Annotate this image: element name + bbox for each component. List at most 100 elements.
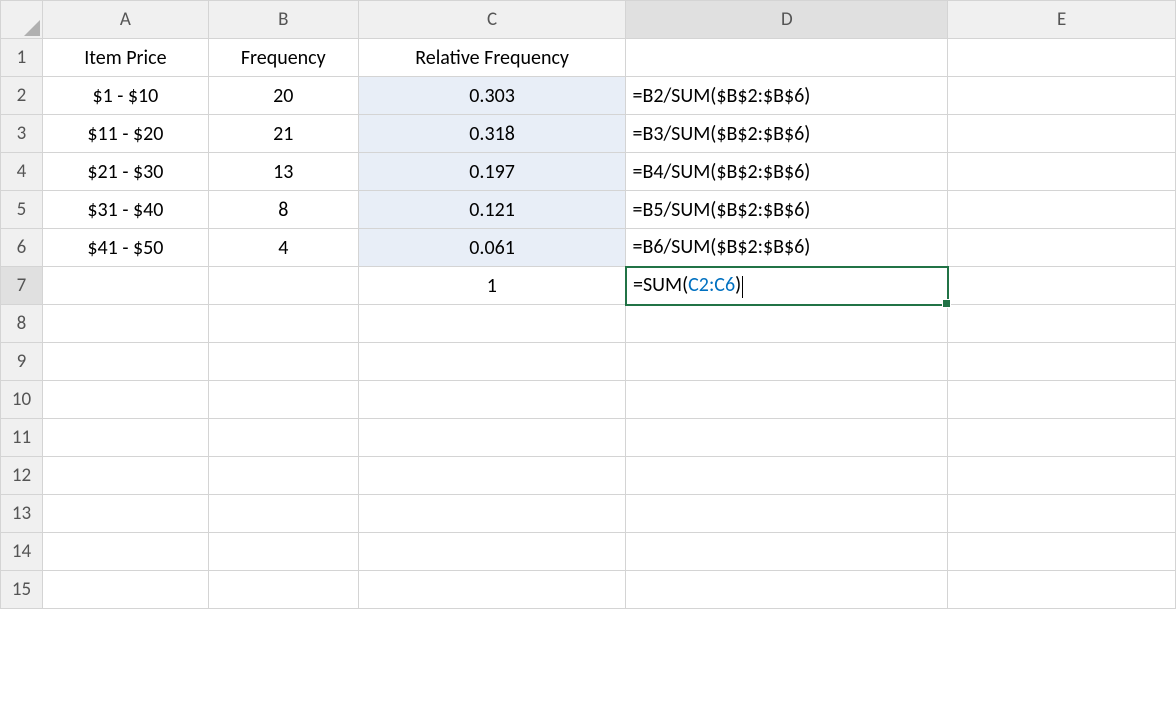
cell-C3[interactable]: 0.318	[358, 115, 626, 153]
col-header-D[interactable]: D	[626, 1, 948, 39]
cell-B4[interactable]: 13	[208, 153, 358, 191]
cell-D10[interactable]	[626, 381, 948, 419]
cell-B12[interactable]	[208, 457, 358, 495]
select-all-triangle-icon	[24, 20, 40, 36]
cell-B15[interactable]	[208, 571, 358, 609]
col-header-E[interactable]: E	[948, 1, 1176, 39]
row-header-5[interactable]: 5	[1, 191, 43, 229]
cell-E13[interactable]	[948, 495, 1176, 533]
cell-E4[interactable]	[948, 153, 1176, 191]
cell-B5[interactable]: 8	[208, 191, 358, 229]
cell-B13[interactable]	[208, 495, 358, 533]
cell-D15[interactable]	[626, 571, 948, 609]
cell-D12[interactable]	[626, 457, 948, 495]
cell-D6[interactable]: =B6/SUM($B$2:$B$6)	[626, 229, 948, 267]
cell-E1[interactable]	[948, 39, 1176, 77]
cell-A9[interactable]	[42, 343, 208, 381]
cell-A4[interactable]: $21 - $30	[42, 153, 208, 191]
cell-C8[interactable]	[358, 305, 626, 343]
col-header-C[interactable]: C	[358, 1, 626, 39]
cell-C15[interactable]	[358, 571, 626, 609]
cell-C6[interactable]: 0.061	[358, 229, 626, 267]
cell-A13[interactable]	[42, 495, 208, 533]
cell-B14[interactable]	[208, 533, 358, 571]
cell-C4[interactable]: 0.197	[358, 153, 626, 191]
formula-text: =SUM(C2:C6)	[633, 273, 741, 297]
cell-B7[interactable]	[208, 267, 358, 305]
cell-A2[interactable]: $1 - $10	[42, 77, 208, 115]
row-header-9[interactable]: 9	[1, 343, 43, 381]
row-header-10[interactable]: 10	[1, 381, 43, 419]
cell-C1[interactable]: Relative Frequency	[358, 39, 626, 77]
cell-B3[interactable]: 21	[208, 115, 358, 153]
row-header-15[interactable]: 15	[1, 571, 43, 609]
cell-D2[interactable]: =B2/SUM($B$2:$B$6)	[626, 77, 948, 115]
cell-E15[interactable]	[948, 571, 1176, 609]
cell-E3[interactable]	[948, 115, 1176, 153]
text-cursor	[742, 276, 743, 298]
row-header-8[interactable]: 8	[1, 305, 43, 343]
row-header-12[interactable]: 12	[1, 457, 43, 495]
cell-D9[interactable]	[626, 343, 948, 381]
cell-D13[interactable]	[626, 495, 948, 533]
cell-B9[interactable]	[208, 343, 358, 381]
cell-D8[interactable]	[626, 305, 948, 343]
cell-E10[interactable]	[948, 381, 1176, 419]
cell-C7[interactable]: 1	[358, 267, 626, 305]
cell-A15[interactable]	[42, 571, 208, 609]
cell-B1[interactable]: Frequency	[208, 39, 358, 77]
row-header-13[interactable]: 13	[1, 495, 43, 533]
spreadsheet-grid[interactable]: A B C D E 1 Item Price Frequency Relativ…	[0, 0, 1176, 609]
row-header-2[interactable]: 2	[1, 77, 43, 115]
cell-E5[interactable]	[948, 191, 1176, 229]
cell-A5[interactable]: $31 - $40	[42, 191, 208, 229]
row-header-6[interactable]: 6	[1, 229, 43, 267]
cell-E12[interactable]	[948, 457, 1176, 495]
cell-C11[interactable]	[358, 419, 626, 457]
cell-E11[interactable]	[948, 419, 1176, 457]
cell-D11[interactable]	[626, 419, 948, 457]
cell-E9[interactable]	[948, 343, 1176, 381]
row-header-1[interactable]: 1	[1, 39, 43, 77]
cell-C5[interactable]: 0.121	[358, 191, 626, 229]
cell-E8[interactable]	[948, 305, 1176, 343]
cell-C10[interactable]	[358, 381, 626, 419]
cell-D4[interactable]: =B4/SUM($B$2:$B$6)	[626, 153, 948, 191]
cell-A1[interactable]: Item Price	[42, 39, 208, 77]
cell-C14[interactable]	[358, 533, 626, 571]
row-header-14[interactable]: 14	[1, 533, 43, 571]
cell-B6[interactable]: 4	[208, 229, 358, 267]
cell-D14[interactable]	[626, 533, 948, 571]
cell-A10[interactable]	[42, 381, 208, 419]
col-header-B[interactable]: B	[208, 1, 358, 39]
cell-A3[interactable]: $11 - $20	[42, 115, 208, 153]
cell-B10[interactable]	[208, 381, 358, 419]
cell-D3[interactable]: =B3/SUM($B$2:$B$6)	[626, 115, 948, 153]
cell-E7[interactable]	[948, 267, 1176, 305]
cell-B8[interactable]	[208, 305, 358, 343]
cell-D1[interactable]	[626, 39, 948, 77]
row-header-3[interactable]: 3	[1, 115, 43, 153]
cell-A14[interactable]	[42, 533, 208, 571]
cell-E14[interactable]	[948, 533, 1176, 571]
cell-A12[interactable]	[42, 457, 208, 495]
row-header-11[interactable]: 11	[1, 419, 43, 457]
row-header-7[interactable]: 7	[1, 267, 43, 305]
cell-D7[interactable]: =SUM(C2:C6)	[626, 267, 948, 305]
cell-C13[interactable]	[358, 495, 626, 533]
select-all-corner[interactable]	[1, 1, 43, 39]
cell-C9[interactable]	[358, 343, 626, 381]
cell-E6[interactable]	[948, 229, 1176, 267]
cell-C12[interactable]	[358, 457, 626, 495]
cell-A11[interactable]	[42, 419, 208, 457]
cell-B11[interactable]	[208, 419, 358, 457]
cell-B2[interactable]: 20	[208, 77, 358, 115]
col-header-A[interactable]: A	[42, 1, 208, 39]
cell-A7[interactable]	[42, 267, 208, 305]
row-header-4[interactable]: 4	[1, 153, 43, 191]
cell-E2[interactable]	[948, 77, 1176, 115]
cell-A8[interactable]	[42, 305, 208, 343]
cell-C2[interactable]: 0.303	[358, 77, 626, 115]
cell-D5[interactable]: =B5/SUM($B$2:$B$6)	[626, 191, 948, 229]
cell-A6[interactable]: $41 - $50	[42, 229, 208, 267]
